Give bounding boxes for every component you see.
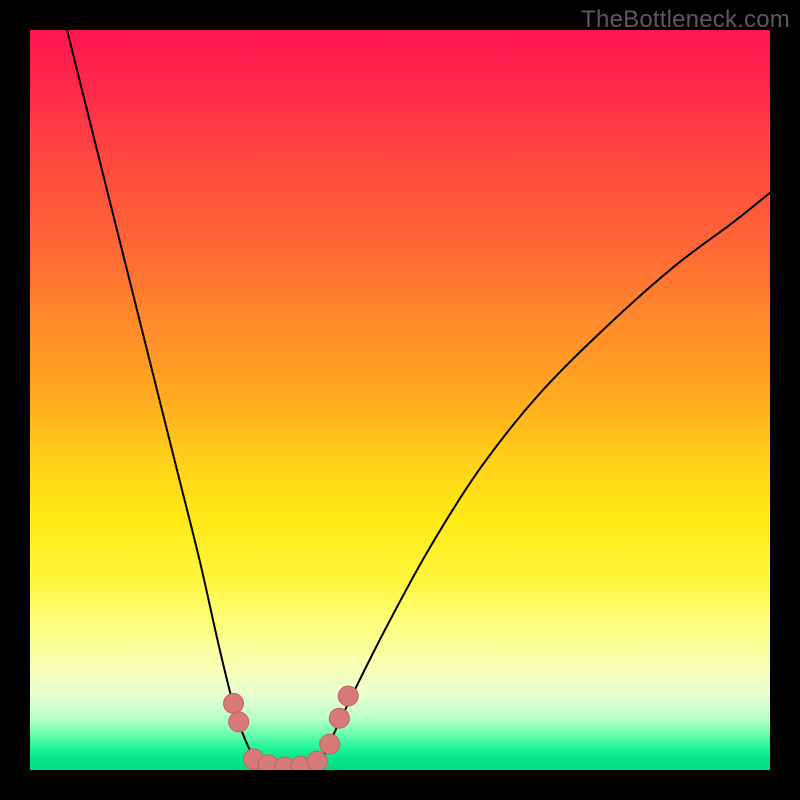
marker-right-mid bbox=[329, 708, 349, 728]
marker-right-lower bbox=[320, 734, 340, 754]
curve-layer bbox=[30, 30, 770, 770]
marker-group bbox=[224, 686, 359, 770]
bottleneck-curve bbox=[67, 30, 770, 768]
marker-right-upper bbox=[338, 686, 358, 706]
marker-left-upper bbox=[229, 712, 249, 732]
marker-bottom-5 bbox=[307, 751, 327, 770]
chart-frame: TheBottleneck.com bbox=[0, 0, 800, 800]
watermark-text: TheBottleneck.com bbox=[581, 6, 790, 34]
plot-area bbox=[30, 30, 770, 770]
marker-left-lower bbox=[224, 693, 244, 713]
